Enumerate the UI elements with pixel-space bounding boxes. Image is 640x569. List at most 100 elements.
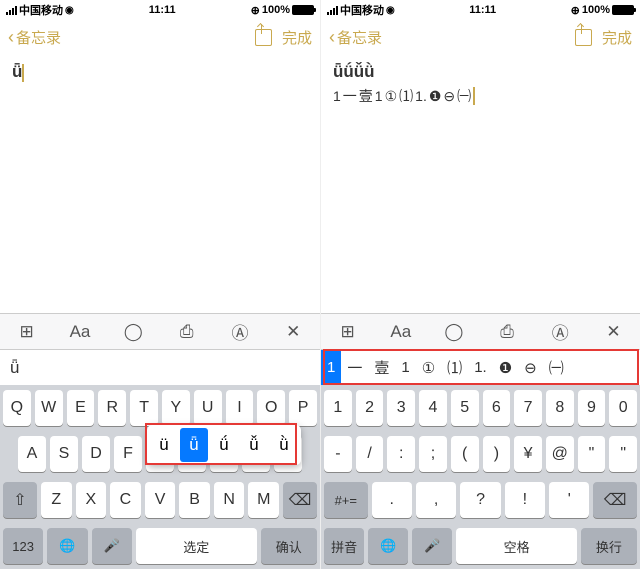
pen-icon[interactable]: Ⓐ <box>534 319 587 344</box>
wifi-icon: ◉ <box>386 5 395 16</box>
123-key[interactable]: 123 <box>3 528 43 564</box>
key[interactable]: A <box>18 436 46 472</box>
newline-key[interactable]: 换行 <box>581 528 637 564</box>
back-button[interactable]: ‹备忘录 <box>8 27 61 48</box>
key[interactable]: Y <box>162 390 190 426</box>
key-row-3: ⇧ ZXCVBNM ⌫ <box>0 477 320 523</box>
check-icon[interactable]: ◯ <box>427 322 480 342</box>
candidate[interactable]: ⑴ <box>441 350 468 385</box>
key[interactable]: Q <box>3 390 31 426</box>
key[interactable]: 2 <box>356 390 384 426</box>
grid-icon[interactable]: ⊞ <box>321 322 374 342</box>
key[interactable]: " <box>578 436 606 472</box>
key-row-2: -/:;()¥@"" <box>321 431 640 477</box>
select-key[interactable]: 选定 <box>136 528 257 564</box>
key[interactable]: ( <box>451 436 479 472</box>
key[interactable]: " <box>609 436 637 472</box>
candidate[interactable]: 1. <box>468 350 493 385</box>
share-icon[interactable] <box>575 29 592 46</box>
candidate[interactable]: ❶ <box>493 350 518 385</box>
key[interactable]: X <box>76 482 107 518</box>
key[interactable]: ) <box>483 436 511 472</box>
mic-key[interactable]: 🎤 <box>92 528 132 564</box>
space-key[interactable]: 空格 <box>456 528 576 564</box>
popup-key[interactable]: ǖ <box>180 428 208 462</box>
key[interactable]: R <box>98 390 126 426</box>
popup-key[interactable]: ü <box>150 428 178 462</box>
key[interactable]: 9 <box>578 390 606 426</box>
pinyin-key[interactable]: 拼音 <box>324 528 364 564</box>
key[interactable]: ¥ <box>514 436 542 472</box>
key[interactable]: ; <box>419 436 447 472</box>
key[interactable]: M <box>248 482 279 518</box>
delete-key[interactable]: ⌫ <box>593 482 637 518</box>
note-body[interactable]: ǖ <box>0 54 320 313</box>
key[interactable]: P <box>289 390 317 426</box>
aa-icon[interactable]: Aa <box>374 322 427 342</box>
candidate[interactable]: ① <box>416 350 441 385</box>
pen-icon[interactable]: Ⓐ <box>213 319 266 344</box>
confirm-key[interactable]: 确认 <box>261 528 317 564</box>
delete-key[interactable]: ⌫ <box>283 482 317 518</box>
back-button[interactable]: ‹备忘录 <box>329 27 382 48</box>
check-icon[interactable]: ◯ <box>107 322 160 342</box>
popup-key[interactable]: ǚ <box>240 428 268 462</box>
done-button[interactable]: 完成 <box>602 27 632 48</box>
popup-key[interactable]: ǘ <box>210 428 238 462</box>
key[interactable]: U <box>194 390 222 426</box>
key[interactable]: O <box>257 390 285 426</box>
key[interactable]: N <box>214 482 245 518</box>
key[interactable]: 7 <box>514 390 542 426</box>
key[interactable]: : <box>387 436 415 472</box>
key[interactable]: @ <box>546 436 574 472</box>
key[interactable]: W <box>35 390 63 426</box>
candidate[interactable]: 壹 <box>368 350 395 385</box>
key[interactable]: . <box>372 482 412 518</box>
camera-icon[interactable]: ⎙ <box>160 322 213 342</box>
candidate[interactable]: 一 <box>341 350 368 385</box>
mic-key[interactable]: 🎤 <box>412 528 452 564</box>
share-icon[interactable] <box>255 29 272 46</box>
globe-key[interactable]: 🌐 <box>368 528 408 564</box>
key[interactable]: S <box>50 436 78 472</box>
key[interactable]: I <box>226 390 254 426</box>
candidate[interactable]: ㈠ <box>543 350 570 385</box>
key[interactable]: 4 <box>419 390 447 426</box>
close-icon[interactable]: ✕ <box>267 322 320 342</box>
key[interactable]: 8 <box>546 390 574 426</box>
alt-key[interactable]: #+= <box>324 482 368 518</box>
close-icon[interactable]: ✕ <box>587 322 640 342</box>
done-button[interactable]: 完成 <box>282 27 312 48</box>
key[interactable]: E <box>67 390 95 426</box>
key[interactable]: - <box>324 436 352 472</box>
shift-key[interactable]: ⇧ <box>3 482 37 518</box>
note-body[interactable]: ǖǘǚǜ 1一壹1①⑴1.❶⊖㈠ <box>321 54 640 313</box>
key[interactable]: ? <box>460 482 500 518</box>
candidate[interactable]: 1 <box>395 350 415 385</box>
key[interactable]: 6 <box>483 390 511 426</box>
key[interactable]: ! <box>505 482 545 518</box>
key[interactable]: , <box>416 482 456 518</box>
key[interactable]: 1 <box>324 390 352 426</box>
note-text: ǖ <box>12 62 22 81</box>
globe-key[interactable]: 🌐 <box>47 528 87 564</box>
key[interactable]: ' <box>549 482 589 518</box>
candidate[interactable]: 1 <box>321 350 341 385</box>
key[interactable]: / <box>356 436 384 472</box>
key[interactable]: 3 <box>387 390 415 426</box>
key[interactable]: T <box>130 390 158 426</box>
candidate[interactable]: ǖ <box>0 350 29 385</box>
key[interactable]: 0 <box>609 390 637 426</box>
key[interactable]: F <box>114 436 142 472</box>
key[interactable]: B <box>179 482 210 518</box>
key[interactable]: 5 <box>451 390 479 426</box>
key[interactable]: Z <box>41 482 72 518</box>
grid-icon[interactable]: ⊞ <box>0 322 53 342</box>
key[interactable]: V <box>145 482 176 518</box>
aa-icon[interactable]: Aa <box>53 322 106 342</box>
candidate[interactable]: ⊖ <box>518 350 543 385</box>
key[interactable]: C <box>110 482 141 518</box>
popup-key[interactable]: ǜ <box>270 428 298 462</box>
camera-icon[interactable]: ⎙ <box>481 322 534 342</box>
key[interactable]: D <box>82 436 110 472</box>
